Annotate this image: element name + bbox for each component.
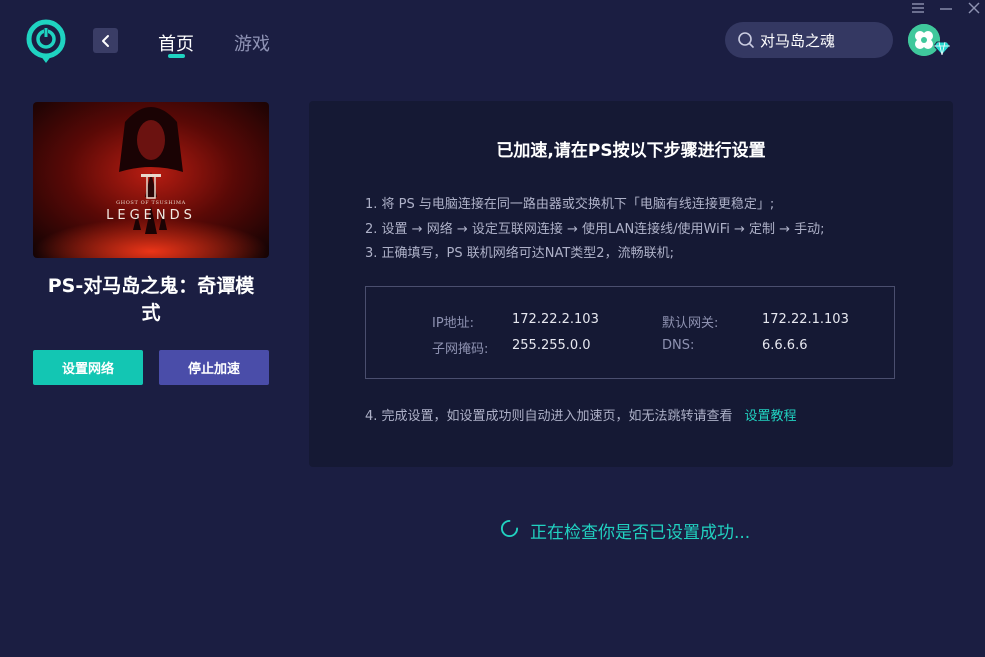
menu-icon[interactable]	[910, 0, 926, 16]
ip-label: IP地址:	[432, 316, 475, 331]
search-input[interactable]	[760, 31, 885, 49]
tab-active-indicator	[168, 54, 185, 58]
dns-label: DNS:	[662, 338, 695, 353]
ip-value: 172.22.2.103	[512, 312, 599, 327]
close-icon[interactable]	[966, 0, 982, 16]
gateway-label: 默认网关:	[662, 316, 719, 331]
setup-step-3: 3. 正确填写，PS 联机网络可达NAT类型2，流畅联机;	[365, 246, 674, 261]
cover-logo-large: LEGENDS	[106, 208, 196, 223]
search-icon[interactable]	[737, 31, 755, 49]
tab-games[interactable]: 游戏	[234, 30, 270, 56]
search-box[interactable]	[725, 22, 893, 58]
cover-logo-small: GHOST OF TSUSHIMA	[116, 200, 186, 206]
gateway-value: 172.22.1.103	[762, 312, 849, 327]
setup-step-1: 1. 将 PS 与电脑连接在同一路由器或交换机下「电脑有线连接更稳定」;	[365, 197, 775, 212]
setup-network-button[interactable]: 设置网络	[33, 350, 143, 385]
setup-step-4: 4. 完成设置，如设置成功则自动进入加速页，如无法跳转请查看 设置教程	[365, 405, 797, 424]
game-cover-image: GHOST OF TSUSHIMA LEGENDS	[33, 102, 269, 258]
game-title-line2: 式	[141, 302, 161, 324]
app-logo-icon	[26, 19, 66, 63]
setup-tutorial-link[interactable]: 设置教程	[745, 409, 797, 424]
dns-value: 6.6.6.6	[762, 338, 808, 353]
minimize-icon[interactable]	[938, 0, 954, 16]
game-title-line1: PS-对马岛之鬼：奇谭模	[47, 275, 255, 297]
setup-step-4-text: 4. 完成设置，如设置成功则自动进入加速页，如无法跳转请查看	[365, 409, 733, 424]
loading-spinner-icon	[500, 519, 519, 538]
network-settings-box	[365, 286, 895, 379]
status-message: 正在检查你是否已设置成功...	[530, 523, 751, 543]
back-arrow-icon	[101, 34, 109, 47]
game-title: PS-对马岛之鬼：奇谭模 式	[33, 273, 269, 327]
subnet-mask-label: 子网掩码:	[432, 342, 489, 357]
stop-acceleration-button[interactable]: 停止加速	[159, 350, 269, 385]
subnet-mask-value: 255.255.0.0	[512, 338, 591, 353]
vip-diamond-icon	[934, 41, 950, 55]
back-button[interactable]	[93, 28, 118, 53]
panel-title: 已加速,请在PS按以下步骤进行设置	[496, 141, 766, 161]
setup-step-2: 2. 设置 → 网络 → 设定互联网连接 → 使用LAN连接线/使用WiFi →…	[365, 222, 825, 237]
tab-home[interactable]: 首页	[158, 30, 194, 56]
